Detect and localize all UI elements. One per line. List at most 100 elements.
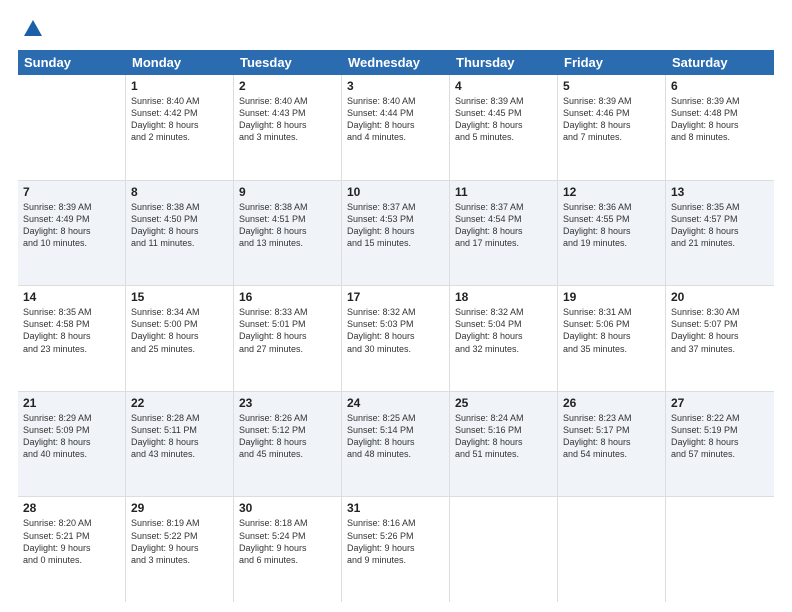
day-info: Sunrise: 8:37 AM Sunset: 4:54 PM Dayligh… [455,201,552,250]
day-info: Sunrise: 8:40 AM Sunset: 4:44 PM Dayligh… [347,95,444,144]
day-number: 22 [131,396,228,410]
day-info: Sunrise: 8:39 AM Sunset: 4:45 PM Dayligh… [455,95,552,144]
calendar-cell: 18Sunrise: 8:32 AM Sunset: 5:04 PM Dayli… [450,286,558,391]
calendar-week-4: 21 Sunrise: 8:29 AM Sunset: 5:09 PM Dayli… [18,392,774,498]
calendar-cell: 8 Sunrise: 8:38 AM Sunset: 4:50 PM Daylig… [126,181,234,286]
day-number: 9 [239,185,336,199]
calendar-cell [558,497,666,602]
day-info: Sunrise: 8:24 AM Sunset: 5:16 PM Dayligh… [455,412,552,461]
calendar-cell [666,497,774,602]
day-number: 20 [671,290,769,304]
day-number: 18 [455,290,552,304]
day-number: 27 [671,396,769,410]
day-number: 17 [347,290,444,304]
day-info: Sunrise: 8:20 AM Sunset: 5:21 PM Dayligh… [23,517,120,566]
calendar-cell: 31 Sunrise: 8:16 AM Sunset: 5:26 PM Dayli… [342,497,450,602]
calendar-week-3: 14 Sunrise: 8:35 AM Sunset: 4:58 PM Dayli… [18,286,774,392]
calendar-cell: 13 Sunrise: 8:35 AM Sunset: 4:57 PM Dayli… [666,181,774,286]
calendar-cell: 9 Sunrise: 8:38 AM Sunset: 4:51 PM Daylig… [234,181,342,286]
header-day-monday: Monday [126,50,234,75]
day-info: Sunrise: 8:23 AM Sunset: 5:17 PM Dayligh… [563,412,660,461]
calendar-body: 1 Sunrise: 8:40 AM Sunset: 4:42 PM Daylig… [18,75,774,602]
day-info: Sunrise: 8:35 AM Sunset: 4:57 PM Dayligh… [671,201,769,250]
day-number: 30 [239,501,336,515]
day-info: Sunrise: 8:29 AM Sunset: 5:09 PM Dayligh… [23,412,120,461]
day-number: 29 [131,501,228,515]
day-number: 31 [347,501,444,515]
day-info: Sunrise: 8:39 AM Sunset: 4:49 PM Dayligh… [23,201,120,250]
day-info: Sunrise: 8:25 AM Sunset: 5:14 PM Dayligh… [347,412,444,461]
day-number: 11 [455,185,552,199]
day-number: 12 [563,185,660,199]
calendar-cell: 2 Sunrise: 8:40 AM Sunset: 4:43 PM Daylig… [234,75,342,180]
day-number: 7 [23,185,120,199]
header-day-saturday: Saturday [666,50,774,75]
day-number: 14 [23,290,120,304]
calendar-header: SundayMondayTuesdayWednesdayThursdayFrid… [18,50,774,75]
day-info: Sunrise: 8:35 AM Sunset: 4:58 PM Dayligh… [23,306,120,355]
header-day-thursday: Thursday [450,50,558,75]
day-number: 3 [347,79,444,93]
day-info: Sunrise: 8:16 AM Sunset: 5:26 PM Dayligh… [347,517,444,566]
day-number: 2 [239,79,336,93]
day-number: 10 [347,185,444,199]
calendar-cell: 25 Sunrise: 8:24 AM Sunset: 5:16 PM Dayli… [450,392,558,497]
day-number: 21 [23,396,120,410]
day-number: 15 [131,290,228,304]
day-number: 8 [131,185,228,199]
calendar-cell: 27 Sunrise: 8:22 AM Sunset: 5:19 PM Dayli… [666,392,774,497]
day-info: Sunrise: 8:22 AM Sunset: 5:19 PM Dayligh… [671,412,769,461]
day-info: Sunrise: 8:26 AM Sunset: 5:12 PM Dayligh… [239,412,336,461]
calendar-week-2: 7 Sunrise: 8:39 AM Sunset: 4:49 PM Daylig… [18,181,774,287]
calendar-cell: 10 Sunrise: 8:37 AM Sunset: 4:53 PM Dayli… [342,181,450,286]
logo-flag-icon [22,18,44,40]
day-info: Sunrise: 8:31 AM Sunset: 5:06 PM Dayligh… [563,306,660,355]
calendar-cell: 26 Sunrise: 8:23 AM Sunset: 5:17 PM Dayli… [558,392,666,497]
calendar-cell: 7 Sunrise: 8:39 AM Sunset: 4:49 PM Daylig… [18,181,126,286]
calendar-cell: 22 Sunrise: 8:28 AM Sunset: 5:11 PM Dayli… [126,392,234,497]
day-info: Sunrise: 8:36 AM Sunset: 4:55 PM Dayligh… [563,201,660,250]
calendar-cell: 3 Sunrise: 8:40 AM Sunset: 4:44 PM Daylig… [342,75,450,180]
calendar-cell: 19 Sunrise: 8:31 AM Sunset: 5:06 PM Dayli… [558,286,666,391]
header [18,18,774,40]
day-number: 6 [671,79,769,93]
calendar-cell: 16Sunrise: 8:33 AM Sunset: 5:01 PM Dayli… [234,286,342,391]
calendar-cell: 24 Sunrise: 8:25 AM Sunset: 5:14 PM Dayli… [342,392,450,497]
calendar-cell: 12 Sunrise: 8:36 AM Sunset: 4:55 PM Dayli… [558,181,666,286]
calendar-cell: 29Sunrise: 8:19 AM Sunset: 5:22 PM Dayli… [126,497,234,602]
day-info: Sunrise: 8:28 AM Sunset: 5:11 PM Dayligh… [131,412,228,461]
day-number: 24 [347,396,444,410]
day-number: 5 [563,79,660,93]
header-day-sunday: Sunday [18,50,126,75]
day-info: Sunrise: 8:30 AM Sunset: 5:07 PM Dayligh… [671,306,769,355]
day-info: Sunrise: 8:40 AM Sunset: 4:42 PM Dayligh… [131,95,228,144]
day-info: Sunrise: 8:37 AM Sunset: 4:53 PM Dayligh… [347,201,444,250]
day-info: Sunrise: 8:32 AM Sunset: 5:03 PM Dayligh… [347,306,444,355]
calendar-cell: 1 Sunrise: 8:40 AM Sunset: 4:42 PM Daylig… [126,75,234,180]
day-number: 26 [563,396,660,410]
calendar-cell: 21 Sunrise: 8:29 AM Sunset: 5:09 PM Dayli… [18,392,126,497]
day-number: 13 [671,185,769,199]
calendar-cell [450,497,558,602]
page: SundayMondayTuesdayWednesdayThursdayFrid… [0,0,792,612]
day-number: 1 [131,79,228,93]
day-info: Sunrise: 8:33 AM Sunset: 5:01 PM Dayligh… [239,306,336,355]
day-info: Sunrise: 8:18 AM Sunset: 5:24 PM Dayligh… [239,517,336,566]
calendar-cell: 11 Sunrise: 8:37 AM Sunset: 4:54 PM Dayli… [450,181,558,286]
calendar-cell: 17 Sunrise: 8:32 AM Sunset: 5:03 PM Dayli… [342,286,450,391]
day-info: Sunrise: 8:38 AM Sunset: 4:50 PM Dayligh… [131,201,228,250]
day-info: Sunrise: 8:39 AM Sunset: 4:48 PM Dayligh… [671,95,769,144]
day-info: Sunrise: 8:34 AM Sunset: 5:00 PM Dayligh… [131,306,228,355]
logo [18,18,44,40]
calendar-cell: 30 Sunrise: 8:18 AM Sunset: 5:24 PM Dayli… [234,497,342,602]
calendar-cell: 14 Sunrise: 8:35 AM Sunset: 4:58 PM Dayli… [18,286,126,391]
day-info: Sunrise: 8:40 AM Sunset: 4:43 PM Dayligh… [239,95,336,144]
day-number: 19 [563,290,660,304]
calendar-cell [18,75,126,180]
header-day-friday: Friday [558,50,666,75]
day-number: 23 [239,396,336,410]
day-number: 28 [23,501,120,515]
calendar-week-5: 28 Sunrise: 8:20 AM Sunset: 5:21 PM Dayli… [18,497,774,602]
day-info: Sunrise: 8:38 AM Sunset: 4:51 PM Dayligh… [239,201,336,250]
day-number: 25 [455,396,552,410]
